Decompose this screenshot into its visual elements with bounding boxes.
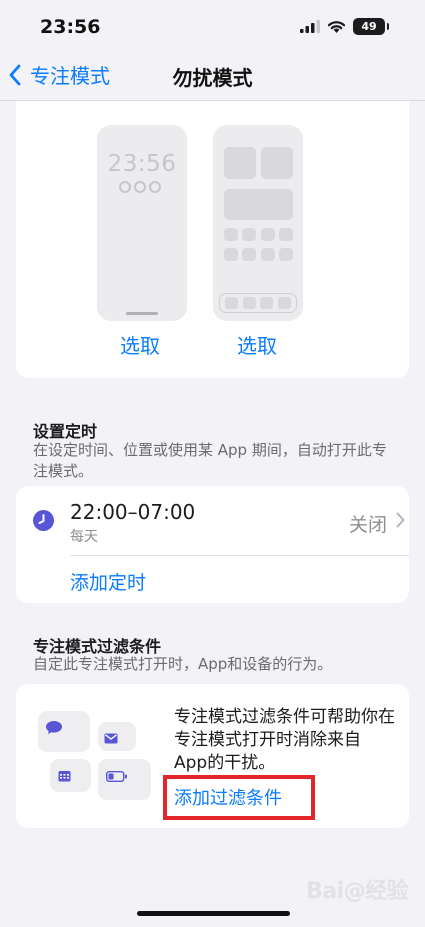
lock-screen-home-bar bbox=[126, 312, 158, 315]
dock-app-icon bbox=[260, 297, 274, 309]
app-icon bbox=[242, 248, 256, 261]
home-indicator[interactable] bbox=[137, 911, 290, 916]
home-screen-dock bbox=[219, 293, 297, 313]
mail-icon bbox=[104, 729, 118, 748]
schedule-divider bbox=[70, 555, 409, 556]
widget-tile-wide bbox=[224, 189, 293, 220]
app-icon bbox=[261, 248, 275, 261]
schedule-section-title: 设置定时 bbox=[33, 422, 98, 441]
message-icon bbox=[45, 720, 63, 739]
widget-circle-icon bbox=[134, 181, 146, 193]
app-icon bbox=[224, 228, 238, 241]
filters-section-description: 自定此专注模式打开时，App和设备的行为。 bbox=[33, 655, 333, 673]
clock-hands-icon bbox=[38, 514, 45, 524]
widget-tile bbox=[261, 147, 293, 179]
chevron-left-icon bbox=[9, 64, 21, 85]
clock-icon bbox=[33, 510, 54, 531]
back-button[interactable]: 专注模式 bbox=[8, 60, 110, 89]
app-icon bbox=[279, 248, 293, 261]
calendar-icon bbox=[58, 767, 71, 786]
select-lock-screen-button[interactable]: 选取 bbox=[120, 330, 160, 359]
add-filter-button[interactable]: 添加过滤条件 bbox=[174, 784, 282, 810]
app-icon bbox=[261, 228, 275, 241]
status-icons: 49 bbox=[300, 18, 389, 35]
watermark-logo: Bai@经验 bbox=[306, 879, 409, 904]
schedule-repeat: 每天 bbox=[70, 529, 98, 545]
low-battery-icon bbox=[105, 767, 128, 786]
add-schedule-button[interactable]: 添加定时 bbox=[70, 568, 146, 595]
dock-app-icon bbox=[278, 297, 292, 309]
widget-circle-icon bbox=[119, 181, 131, 193]
schedule-section-description: 在设定时间、位置或使用某 App 期间，自动打开此专注模式。 bbox=[33, 441, 387, 480]
chevron-right-icon bbox=[396, 512, 405, 532]
cellular-signal-icon bbox=[300, 20, 320, 33]
battery-icon: 49 bbox=[353, 18, 389, 35]
wifi-icon bbox=[327, 20, 346, 33]
app-icon bbox=[279, 228, 293, 241]
battery-level: 49 bbox=[361, 20, 377, 33]
lock-screen-widgets bbox=[119, 181, 161, 193]
status-time: 23:56 bbox=[40, 16, 101, 38]
back-label: 专注模式 bbox=[30, 64, 110, 88]
filters-card-description: 专注模式过滤条件可帮助你在专注模式打开时消除来自 App的干扰。 bbox=[174, 707, 395, 773]
widget-tile bbox=[224, 147, 256, 179]
schedule-status[interactable]: 关闭 bbox=[349, 510, 387, 537]
dock-app-icon bbox=[242, 297, 256, 309]
app-icon bbox=[242, 228, 256, 241]
lock-screen-time: 23:56 bbox=[107, 151, 177, 177]
dock-app-icon bbox=[224, 297, 238, 309]
select-home-screen-button[interactable]: 选取 bbox=[237, 330, 277, 359]
widget-circle-icon bbox=[149, 181, 161, 193]
schedule-time-range[interactable]: 22:00–07:00 bbox=[70, 500, 195, 524]
app-icon bbox=[224, 248, 238, 261]
